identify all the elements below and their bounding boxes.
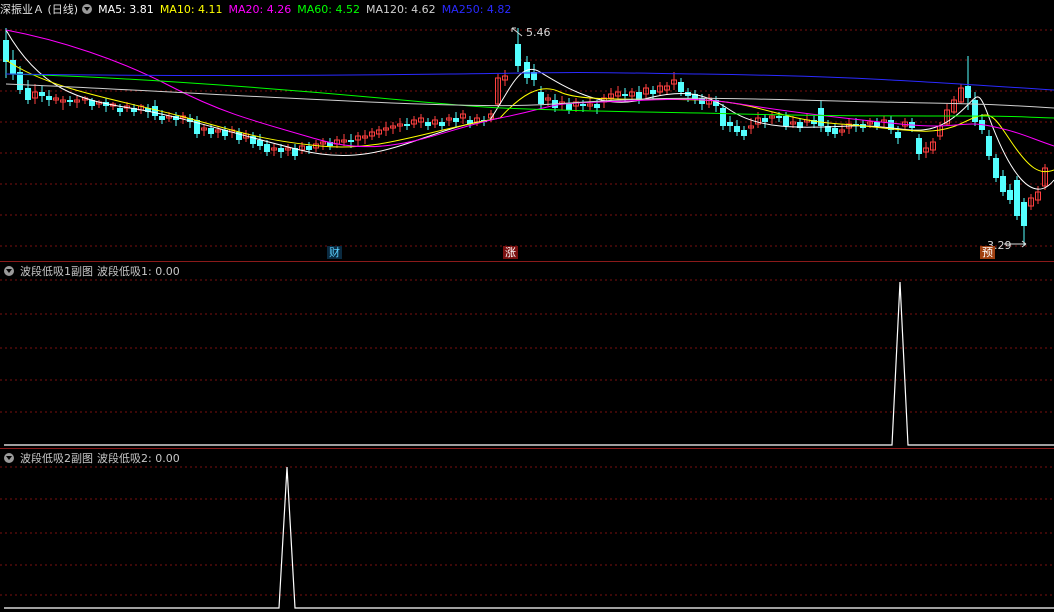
candle-body-down [39,92,45,96]
candle-body-down [594,104,600,108]
candle-body-down [538,92,544,104]
candle-body-down [986,136,992,156]
ma20-label: MA20: 4.26 [228,2,292,16]
indicator1-name[interactable]: 波段低吸1副图 [20,263,93,279]
indicator2-chart[interactable] [0,449,1054,612]
candle-body-down [965,86,971,98]
limit-up-event-tag[interactable]: 涨 [503,246,518,259]
candle-body-down [783,116,789,126]
candle-body-down [678,82,684,92]
dropdown-circle-icon[interactable] [4,266,14,276]
candle-body-down [25,88,31,100]
candle-body-down [10,60,16,74]
indicator1-line [4,281,1054,446]
main-chart-panel[interactable]: 深振业Ａ (日线) MA5: 3.81 MA10: 4.11 MA20: 4.2… [0,0,1054,262]
candle-body-down [117,108,123,112]
dropdown-circle-icon[interactable] [82,4,93,14]
high-price-label: 5.46 [526,26,551,39]
candle-body-down [3,40,9,62]
candle-body-down [1021,202,1027,226]
candle-body-down [278,148,284,152]
candle-body-down [425,122,431,126]
candle-body-down [515,44,521,66]
main-chart-header: 深振业Ａ (日线) MA5: 3.81 MA10: 4.11 MA20: 4.2… [0,0,517,18]
candle-body-down [67,100,73,102]
candle-body-down [257,140,263,146]
forecast-event-tag[interactable]: 预 [980,246,995,259]
candle-body-down [776,116,782,118]
indicator1-panel[interactable]: 波段低吸1副图 波段低吸1: 0.00 [0,262,1054,449]
indicator2-panel[interactable]: 波段低吸2副图 波段低吸2: 0.00 [0,449,1054,612]
candle-body-down [895,132,901,138]
stock-title[interactable]: 深振业Ａ (日线) [0,1,78,17]
candle-body-down [348,140,354,142]
candle-body-down [566,104,572,110]
candle-body-down [404,124,410,126]
indicator2-header: 波段低吸2副图 波段低吸2: 0.00 [4,449,186,467]
candle-body-down [46,96,52,100]
candle-body-down [1014,180,1020,216]
indicator2-line [4,466,1054,609]
high-arrow-icon [511,27,523,37]
candle-body-down [264,144,270,152]
indicator2-value: 波段低吸2: 0.00 [97,452,180,465]
candle-body-down [874,122,880,126]
ma120-label: MA120: 4.62 [365,2,436,16]
candle-body-down [720,108,726,126]
indicator2-name[interactable]: 波段低吸2副图 [20,450,93,466]
candle-body-down [152,106,158,116]
candle-body-down [699,98,705,104]
candle-body-down [916,138,922,154]
candle-body-down [439,122,445,126]
candle-body-down [741,130,747,136]
moving-average-line [5,83,1054,109]
indicator1-value: 波段低吸1: 0.00 [97,265,180,278]
ma10-label: MA10: 4.11 [159,2,223,16]
candle-body-down [159,116,165,120]
candle-body-down [734,126,740,132]
candle-body-down [1000,176,1006,192]
dropdown-circle-icon[interactable] [4,453,14,463]
candle-body-down [832,128,838,134]
candle-body-down [993,158,999,178]
candle-body-down [762,118,768,122]
indicator1-chart[interactable] [0,262,1054,449]
candle-body-down [727,122,733,126]
finance-event-tag[interactable]: 财 [327,246,342,259]
candle-body-down [306,146,312,150]
ma250-label: MA250: 4.82 [441,2,512,16]
candle-body-down [1007,190,1013,200]
candlestick-chart[interactable] [0,0,1054,262]
candle-body-down [650,90,656,94]
ma5-label: MA5: 3.81 [98,2,154,16]
candle-body-down [208,128,214,134]
candle-body-down [580,104,586,106]
ma60-label: MA60: 4.52 [297,2,360,16]
candle-body-down [818,108,824,126]
candle-body-down [622,94,628,96]
indicator1-header: 波段低吸1副图 波段低吸1: 0.00 [4,262,186,280]
candle-body-down [453,118,459,122]
